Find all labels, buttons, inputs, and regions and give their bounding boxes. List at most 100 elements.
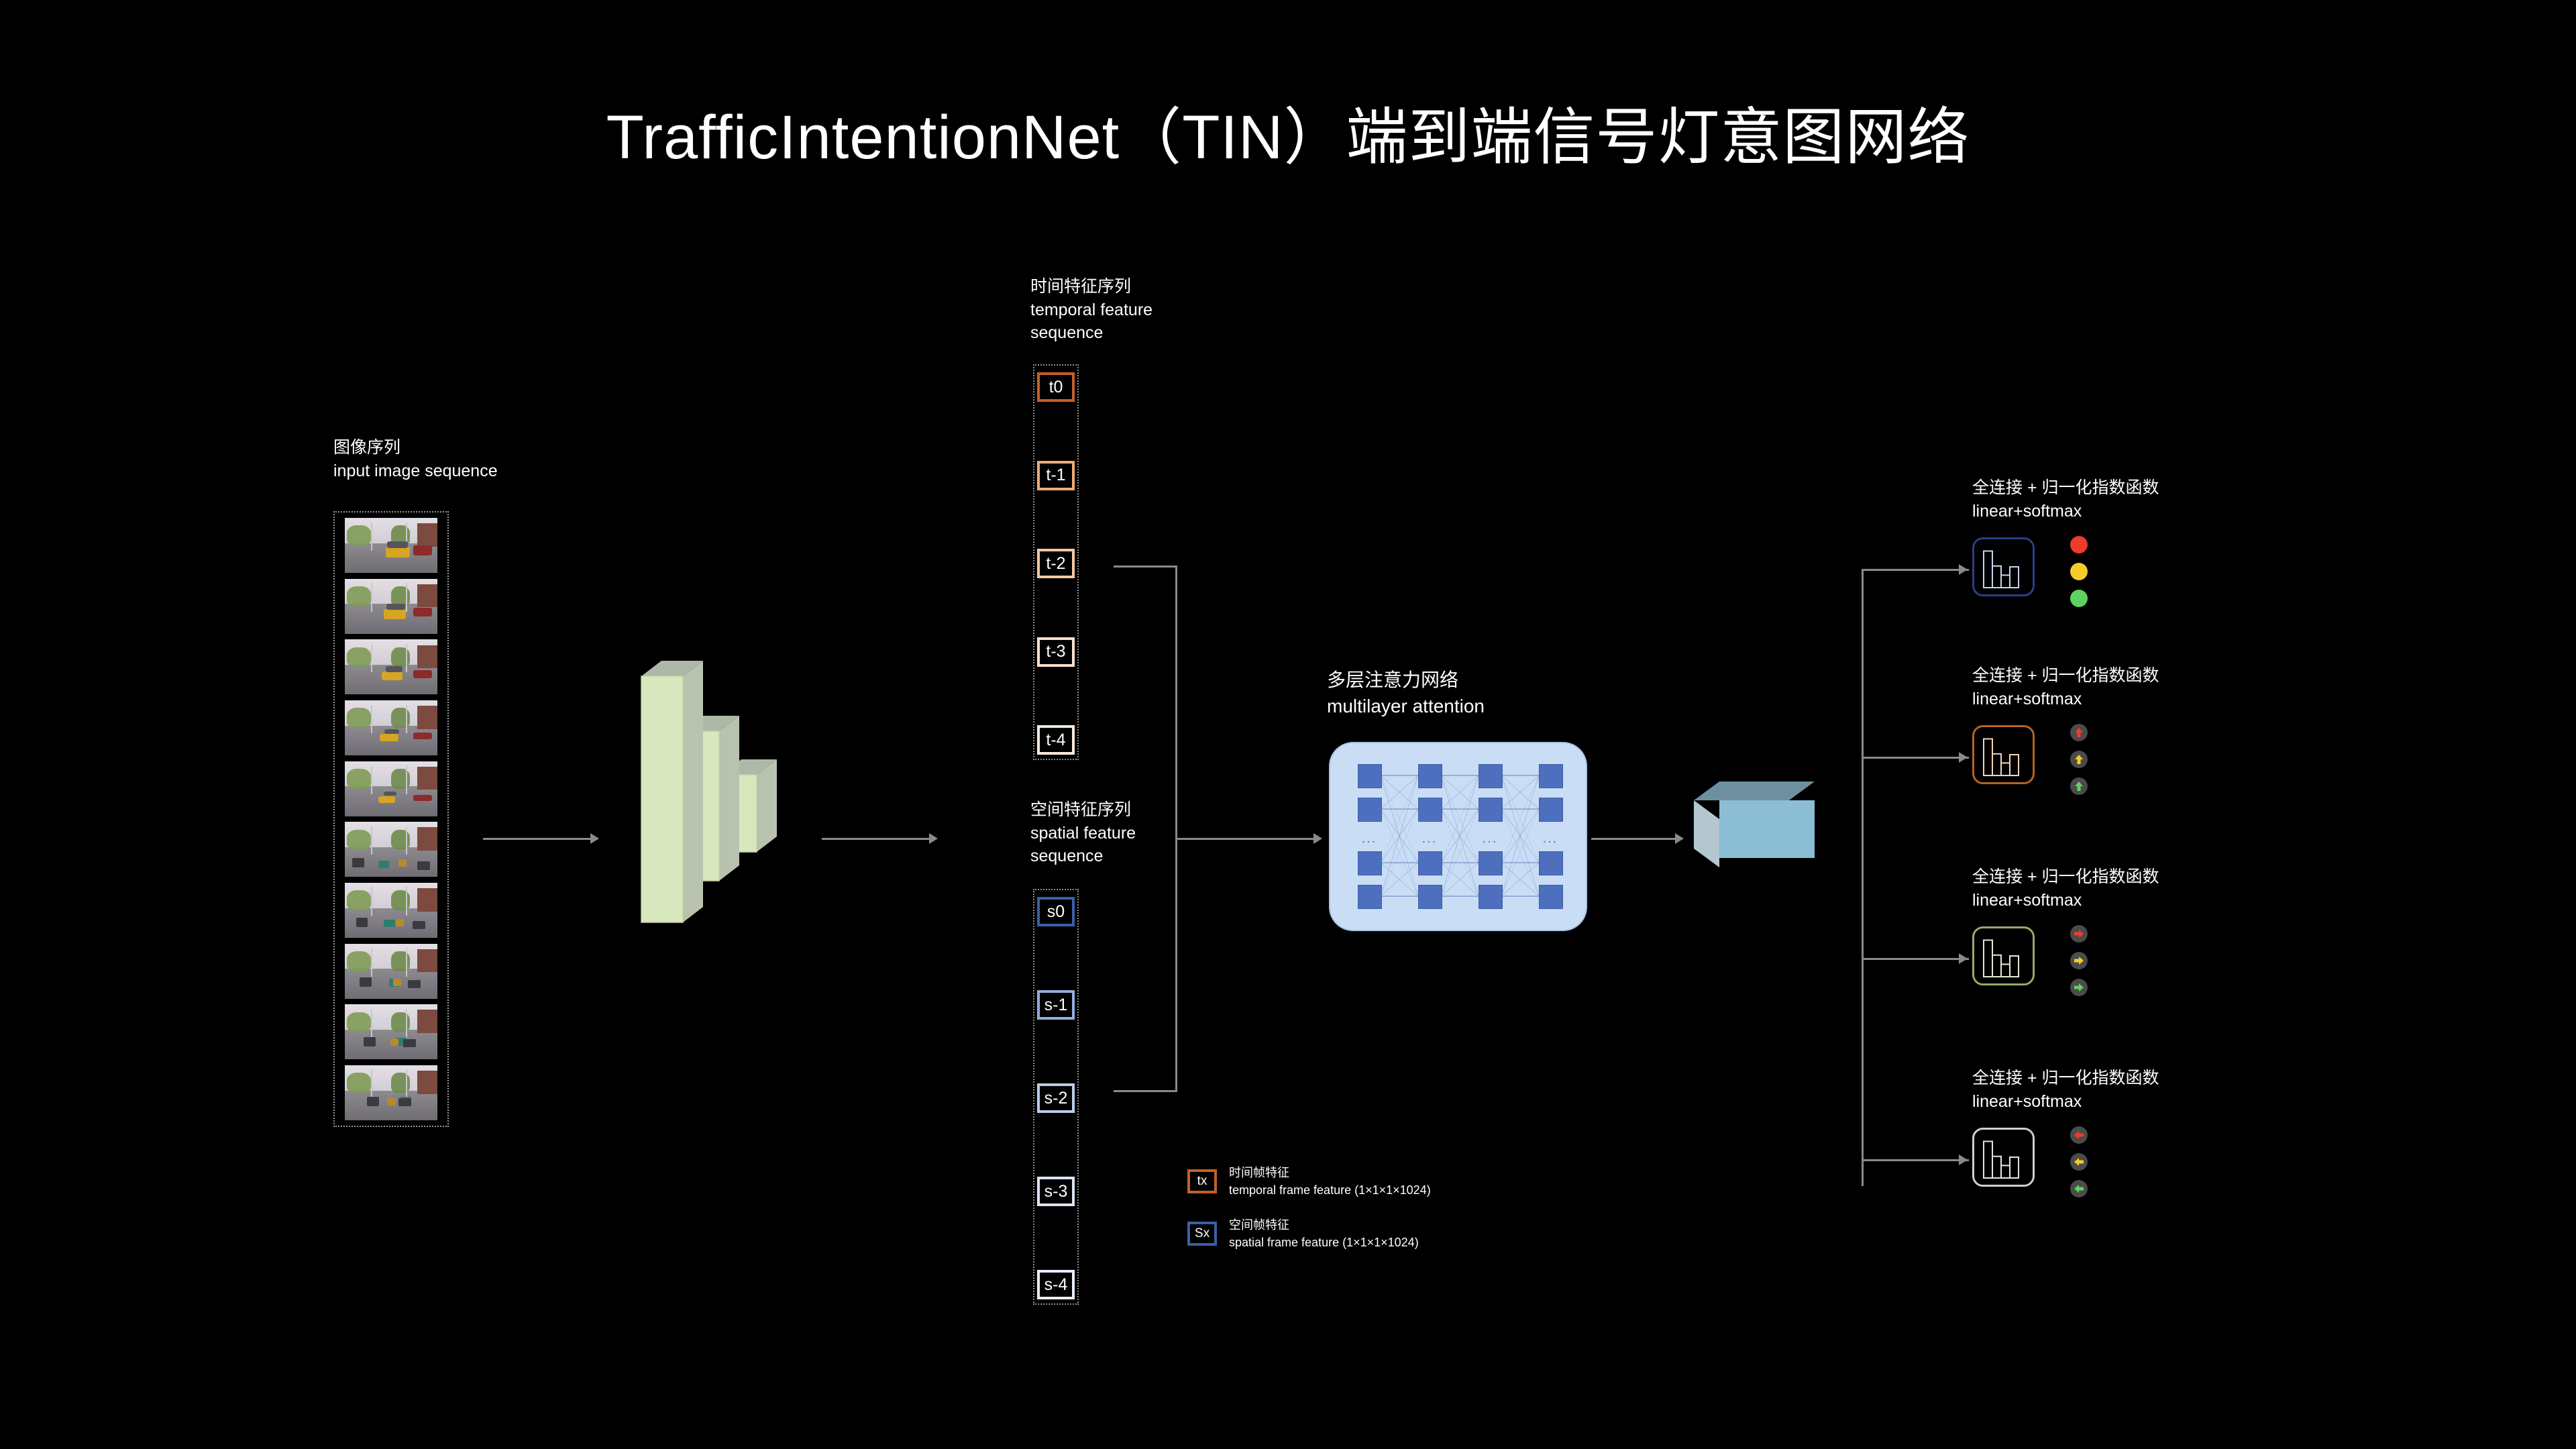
output-head: 全连接 + 归一化指数函数 linear+softmax — [1972, 1067, 2159, 1197]
histogram-bar — [1983, 939, 1993, 978]
branch-line-head-4 — [1862, 1159, 1969, 1161]
attention-node — [1539, 764, 1563, 788]
arrow-input-to-cnn-line — [483, 838, 590, 840]
legend-swatch: Sx — [1187, 1222, 1217, 1246]
histogram-bar — [2000, 762, 2010, 777]
input-image-sequence — [333, 511, 449, 1127]
yellow-light-icon — [2070, 563, 2088, 580]
green-arrow-up-icon — [2070, 777, 2088, 795]
temporal-label-en-2: sequence — [1030, 323, 1104, 342]
branch-line-head-2 — [1862, 757, 1969, 759]
red-arrow-left-icon — [2070, 1126, 2088, 1144]
temporal-sequence-caption: 时间特征序列 temporal feature sequence — [1030, 275, 1152, 345]
input-frame — [345, 639, 437, 695]
attention-caption: 多层注意力网络 multilayer attention — [1327, 667, 1485, 719]
attention-label-cn: 多层注意力网络 — [1327, 669, 1459, 690]
spatial-label-cn: 空间特征序列 — [1030, 800, 1132, 819]
input-frame — [345, 1004, 437, 1060]
histogram-bar — [2009, 566, 2019, 588]
arrow-cnn-to-features-head — [929, 833, 938, 844]
attention-node — [1418, 885, 1442, 909]
attention-node — [1418, 764, 1442, 788]
attention-ellipsis: ... — [1482, 831, 1498, 846]
yellow-arrow-up-icon — [2070, 751, 2088, 768]
merge-line-vertical — [1175, 566, 1177, 1091]
legend-swatch: tx — [1187, 1169, 1217, 1194]
head-label-cn: 全连接 + 归一化指数函数 — [1972, 867, 2159, 886]
temporal-label-cn: 时间特征序列 — [1030, 277, 1132, 296]
histogram-bar — [2000, 574, 2010, 589]
histogram-bar — [1992, 1155, 2002, 1179]
red-arrow-right-icon — [2070, 925, 2088, 943]
fusion-cube-svg — [1694, 782, 1815, 867]
temporal-feature-box-label: t-2 — [1046, 553, 1066, 573]
input-frame — [345, 578, 437, 634]
histogram-bar — [1983, 550, 1993, 589]
attention-node — [1479, 798, 1503, 822]
softmax-histogram-box — [1972, 725, 2035, 784]
histogram-svg — [1983, 738, 2019, 777]
input-frame — [345, 700, 437, 755]
attention-node — [1479, 885, 1503, 909]
attention-node — [1479, 851, 1503, 875]
temporal-feature-box-label: t-4 — [1046, 730, 1066, 749]
output-head: 全连接 + 归一化指数函数 linear+softmax — [1972, 865, 2159, 996]
legend: tx 时间帧特征 temporal frame feature (1×1×1×10… — [1187, 1164, 1431, 1251]
attention-node — [1418, 851, 1442, 875]
cnn-slabs-svg — [641, 661, 777, 923]
histogram-bar — [1992, 753, 2002, 776]
arrow-cnn-to-features-line — [822, 838, 929, 840]
attention-node — [1479, 764, 1503, 788]
head-label-en: linear+softmax — [1972, 1091, 2082, 1111]
histogram-svg — [1983, 550, 2019, 589]
softmax-histogram-box — [1972, 1128, 2035, 1187]
arrow-features-to-attention-head — [1313, 833, 1322, 844]
attention-node — [1358, 798, 1382, 822]
arrow-attention-to-fusion-line — [1591, 838, 1675, 840]
histogram-bar — [2000, 1165, 2010, 1179]
cnn-feature-extractor — [624, 661, 798, 989]
head-label-cn: 全连接 + 归一化指数函数 — [1972, 478, 2159, 497]
temporal-feature-box-label: t-3 — [1046, 642, 1066, 661]
input-frame — [345, 943, 437, 999]
histogram-bar — [2009, 754, 2019, 776]
spatial-feature-box-label: s-4 — [1044, 1275, 1068, 1294]
red-light-icon — [2070, 536, 2088, 553]
temporal-feature-box: t-2 — [1037, 549, 1075, 578]
spatial-feature-box: s-2 — [1037, 1083, 1075, 1113]
head-label-en: linear+softmax — [1972, 689, 2082, 708]
input-sequence-caption: 图像序列 input image sequence — [333, 436, 498, 482]
spatial-feature-box: s-1 — [1037, 990, 1075, 1020]
head-icon-group — [2070, 925, 2088, 996]
branch-line-head-3 — [1862, 958, 1969, 960]
temporal-feature-box: t-1 — [1037, 460, 1075, 490]
green-arrow-left-icon — [2070, 1180, 2088, 1197]
output-head: 全连接 + 归一化指数函数 linear+softmax — [1972, 664, 2159, 795]
histogram-bar — [2009, 1157, 2019, 1179]
histogram-bar — [2009, 955, 2019, 977]
branch-arrow-head-2 — [1959, 752, 1968, 763]
head-label-en: linear+softmax — [1972, 890, 2082, 910]
spatial-feature-box-label: s-2 — [1044, 1088, 1068, 1108]
branch-arrow-head-4 — [1959, 1155, 1968, 1165]
green-arrow-right-icon — [2070, 979, 2088, 996]
legend-item: tx 时间帧特征 temporal frame feature (1×1×1×10… — [1187, 1164, 1431, 1199]
head-icon-group — [2070, 724, 2088, 795]
spatial-feature-box: s0 — [1037, 897, 1075, 926]
multilayer-attention-panel: ............ — [1330, 743, 1586, 930]
branch-arrow-head-3 — [1959, 953, 1968, 964]
attention-node — [1539, 798, 1563, 822]
input-frame — [345, 518, 437, 573]
spatial-feature-box-label: s0 — [1046, 902, 1065, 921]
attention-node — [1539, 851, 1563, 875]
arrow-input-to-cnn-head — [590, 833, 599, 844]
input-frame — [345, 822, 437, 877]
temporal-feature-box: t0 — [1037, 372, 1075, 402]
histogram-bar — [2000, 963, 2010, 978]
input-sequence-label-cn: 图像序列 — [333, 438, 401, 457]
branch-arrow-head-1 — [1959, 564, 1968, 575]
attention-ellipsis: ... — [1421, 831, 1438, 846]
attention-ellipsis: ... — [1361, 831, 1377, 846]
yellow-arrow-left-icon — [2070, 1153, 2088, 1171]
legend-text: 空间帧特征 spatial frame feature (1×1×1×1024) — [1229, 1218, 1419, 1250]
